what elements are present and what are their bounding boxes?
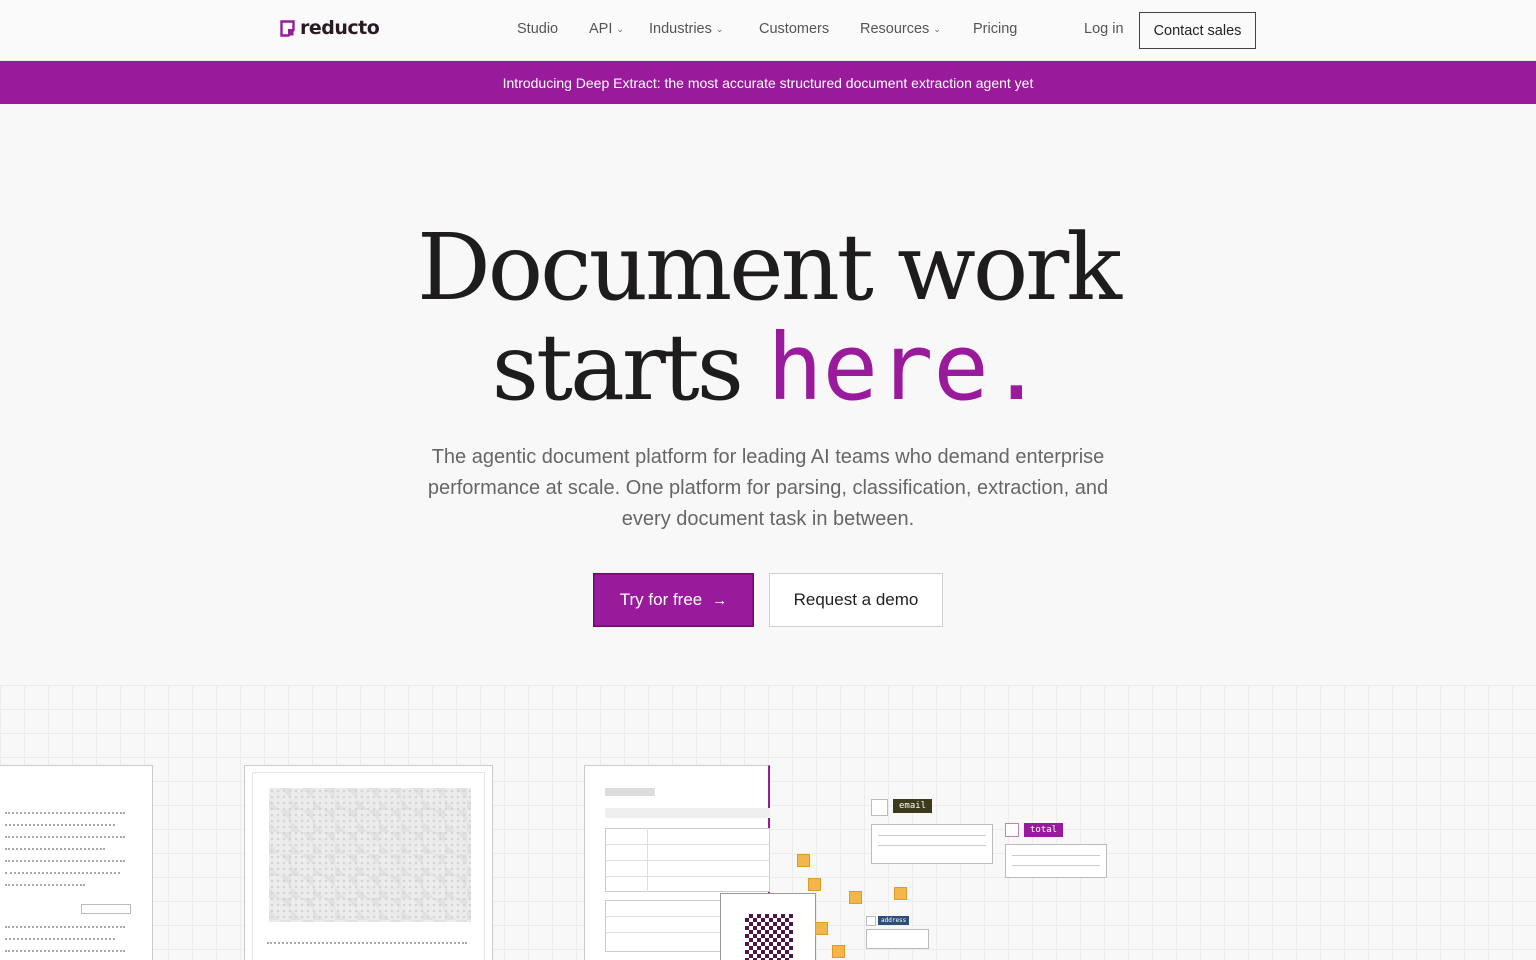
banner-text: Introducing Deep Extract: the most accur… <box>502 74 1034 91</box>
data-tile <box>894 887 907 900</box>
logo-card <box>720 893 816 960</box>
email-field-box <box>871 824 993 864</box>
arrow-right-icon: → <box>712 591 728 609</box>
small-icon <box>866 916 876 926</box>
headline-prefix: starts <box>491 314 768 421</box>
headline-accent: here. <box>767 314 1045 421</box>
total-field-box <box>1005 844 1107 878</box>
document-illustration: email total address <box>0 685 1536 960</box>
nav-customers[interactable]: Customers <box>759 21 829 37</box>
try-for-free-button[interactable]: Try for free → <box>593 573 754 627</box>
brand-logo[interactable]: reducto <box>280 17 380 39</box>
nav-resources-label: Resources <box>860 21 930 37</box>
data-tile <box>832 945 845 958</box>
announcement-banner[interactable]: Introducing Deep Extract: the most accur… <box>0 61 1536 104</box>
hero-subtext: The agentic document platform for leadin… <box>427 446 1109 530</box>
qr-icon <box>871 799 888 816</box>
nav-customers-label: Customers <box>759 21 830 37</box>
chevron-down-icon: ⌄ <box>616 23 624 34</box>
top-nav: reducto Studio API ⌄ Industries ⌄ Custom… <box>0 0 1536 61</box>
contact-sales-button[interactable]: Contact sales <box>1139 12 1256 49</box>
hero-headline: Document work starts here. <box>0 218 1536 418</box>
pixel-logo-icon <box>745 914 793 960</box>
image-placeholder <box>269 788 471 922</box>
login-label: Log in <box>1084 21 1124 37</box>
nav-api[interactable]: API ⌄ <box>589 21 624 37</box>
nav-api-label: API <box>589 21 613 37</box>
try-for-free-label: Try for free <box>619 590 703 609</box>
nav-resources[interactable]: Resources ⌄ <box>860 21 941 37</box>
login-link[interactable]: Log in <box>1084 21 1124 37</box>
headline-line-2: starts here. <box>0 318 1536 418</box>
address-tag: address <box>878 916 910 925</box>
nav-pricing[interactable]: Pricing <box>973 21 1017 37</box>
data-tile <box>849 891 862 904</box>
brand-name: reducto <box>300 17 380 39</box>
nav-pricing-label: Pricing <box>973 21 1018 37</box>
address-field-box <box>866 929 929 949</box>
email-tag: email <box>893 799 933 813</box>
chevron-down-icon: ⌄ <box>933 23 941 34</box>
data-tile <box>797 854 810 867</box>
request-demo-button[interactable]: Request a demo <box>769 573 943 627</box>
pattern-icon <box>1005 823 1019 837</box>
document-card <box>244 765 493 960</box>
nav-studio[interactable]: Studio <box>517 21 558 37</box>
chevron-down-icon: ⌄ <box>715 23 724 34</box>
document-card <box>0 765 153 960</box>
nav-studio-label: Studio <box>517 21 559 37</box>
nav-industries-label: Industries <box>649 21 712 37</box>
data-tile <box>808 878 821 891</box>
nav-industries[interactable]: Industries ⌄ <box>649 21 723 37</box>
total-tag: total <box>1024 823 1064 837</box>
reducto-logo-icon <box>280 19 295 37</box>
headline-line-1: Document work <box>417 214 1122 321</box>
data-tile <box>815 922 828 935</box>
